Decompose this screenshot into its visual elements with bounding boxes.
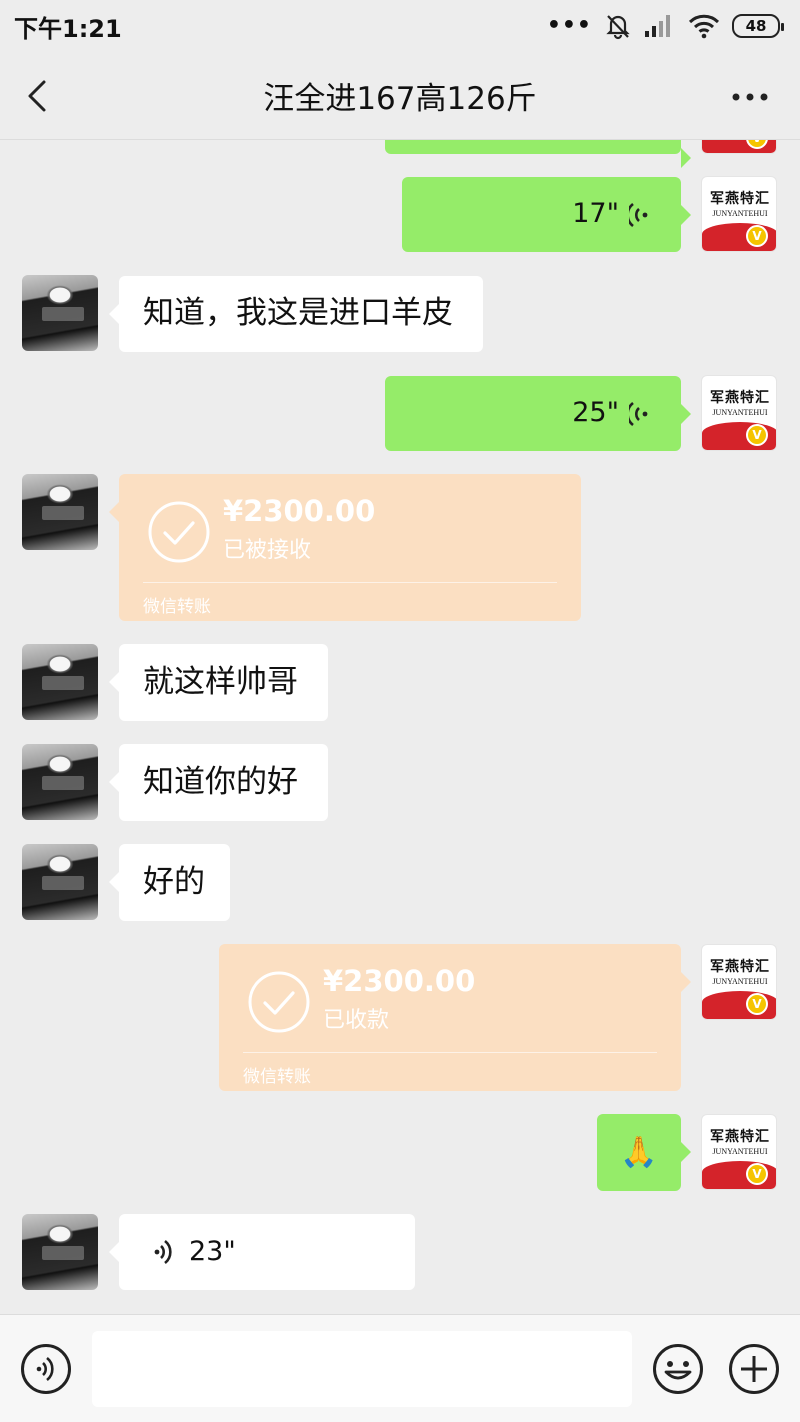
self-avatar-partial[interactable]: V <box>701 140 777 154</box>
brand-logo: 军燕特汇 JUNYANTEHUI <box>702 376 776 428</box>
message-text: 知道，我这是进口羊皮 <box>143 295 453 332</box>
vip-badge: V <box>746 1163 768 1185</box>
chat-header: 汪全进167高126斤 <box>0 52 800 140</box>
brand-name-cn: 军燕特汇 <box>710 959 770 975</box>
voice-message-bubble[interactable]: 17" <box>402 177 691 252</box>
self-avatar[interactable]: 军燕特汇 JUNYANTEHUI V <box>701 1114 777 1190</box>
contact-avatar[interactable] <box>22 744 98 820</box>
voice-wave-icon <box>629 202 648 227</box>
message-text: 好的 <box>143 863 205 900</box>
partial-message-bubble[interactable] <box>385 140 691 168</box>
check-circle-icon <box>148 501 210 563</box>
brand-name-cn: 军燕特汇 <box>710 390 770 406</box>
contact-avatar[interactable] <box>22 474 98 550</box>
brand-logo: 军燕特汇 JUNYANTEHUI <box>702 1115 776 1167</box>
self-avatar[interactable]: 军燕特汇 JUNYANTEHUI V <box>701 944 777 1020</box>
emoji-icon[interactable] <box>652 1343 704 1395</box>
contact-avatar[interactable] <box>22 1214 98 1290</box>
status-time: 下午1:21 <box>14 14 122 43</box>
message-text: 就这样帅哥 <box>143 663 298 700</box>
message-input[interactable] <box>92 1331 632 1407</box>
transfer-footer: 微信转账 <box>143 597 211 617</box>
wifi-icon <box>688 14 720 39</box>
chat-title: 汪全进167高126斤 <box>263 81 537 117</box>
vip-badge: V <box>746 424 768 446</box>
voice-wave-icon <box>629 401 648 426</box>
battery-indicator: 48 <box>732 14 784 38</box>
plus-icon[interactable] <box>728 1343 780 1395</box>
brand-name-cn: 军燕特汇 <box>710 1129 770 1145</box>
voice-message-bubble[interactable]: 23" <box>109 1214 415 1290</box>
praying-hands-emoji: 🙏 <box>620 1134 658 1170</box>
voice-wave-icon <box>154 1239 172 1265</box>
transfer-message-card[interactable]: ¥2300.00 已收款 微信转账 <box>219 944 691 1091</box>
transfer-divider <box>243 1052 657 1053</box>
brand-name-en: JUNYANTEHUI <box>712 408 768 417</box>
transfer-amount: ¥2300.00 <box>323 964 476 998</box>
text-message-bubble[interactable]: 知道，我这是进口羊皮 <box>109 276 483 352</box>
message-text: 知道你的好 <box>143 763 298 800</box>
vip-badge: V <box>746 225 768 247</box>
brand-name-cn: 军燕特汇 <box>710 191 770 207</box>
input-bar <box>0 1314 800 1422</box>
vip-badge: V <box>746 993 768 1015</box>
voice-mode-icon[interactable] <box>20 1343 72 1395</box>
self-avatar[interactable]: 军燕特汇 JUNYANTEHUI V <box>701 176 777 252</box>
brand-name-en: JUNYANTEHUI <box>712 209 768 218</box>
contact-avatar[interactable] <box>22 844 98 920</box>
transfer-status: 已被接收 <box>223 538 312 563</box>
voice-duration: 23" <box>189 1235 236 1267</box>
self-avatar[interactable]: 军燕特汇 JUNYANTEHUI V <box>701 375 777 451</box>
notification-dots-icon: ••• <box>546 13 592 38</box>
brand-name-en: JUNYANTEHUI <box>712 977 768 986</box>
transfer-footer: 微信转账 <box>243 1067 311 1087</box>
transfer-status: 已收款 <box>323 1008 390 1033</box>
battery-level: 48 <box>745 17 767 35</box>
signal-icon <box>645 15 670 37</box>
mute-bell-icon <box>606 15 630 40</box>
text-message-bubble[interactable]: 好的 <box>109 844 230 921</box>
text-message-bubble[interactable]: 就这样帅哥 <box>109 644 328 721</box>
check-circle-icon <box>248 971 310 1033</box>
voice-duration: 17" <box>572 198 619 230</box>
transfer-message-card[interactable]: ¥2300.00 已被接收 微信转账 <box>109 474 581 621</box>
transfer-divider <box>143 582 557 583</box>
emoji-message-bubble[interactable]: 🙏 <box>597 1114 691 1191</box>
transfer-amount: ¥2300.00 <box>223 494 376 528</box>
voice-duration: 25" <box>572 397 619 429</box>
more-icon[interactable] <box>728 82 772 112</box>
brand-name-en: JUNYANTEHUI <box>712 1147 768 1156</box>
status-icons: ••• 48 <box>546 12 784 40</box>
voice-message-bubble[interactable]: 25" <box>385 376 691 451</box>
brand-logo: 军燕特汇 JUNYANTEHUI <box>702 945 776 997</box>
chat-message-list[interactable]: V 军燕特汇 JUNYANTEHUI V 17" 知道，我这是进口羊皮 军燕特汇… <box>0 140 800 1314</box>
contact-avatar[interactable] <box>22 275 98 351</box>
contact-avatar[interactable] <box>22 644 98 720</box>
text-message-bubble[interactable]: 知道你的好 <box>109 744 328 821</box>
brand-logo: 军燕特汇 JUNYANTEHUI <box>702 177 776 229</box>
back-arrow-icon[interactable] <box>22 78 58 114</box>
status-bar: 下午1:21 ••• 48 <box>0 0 800 52</box>
